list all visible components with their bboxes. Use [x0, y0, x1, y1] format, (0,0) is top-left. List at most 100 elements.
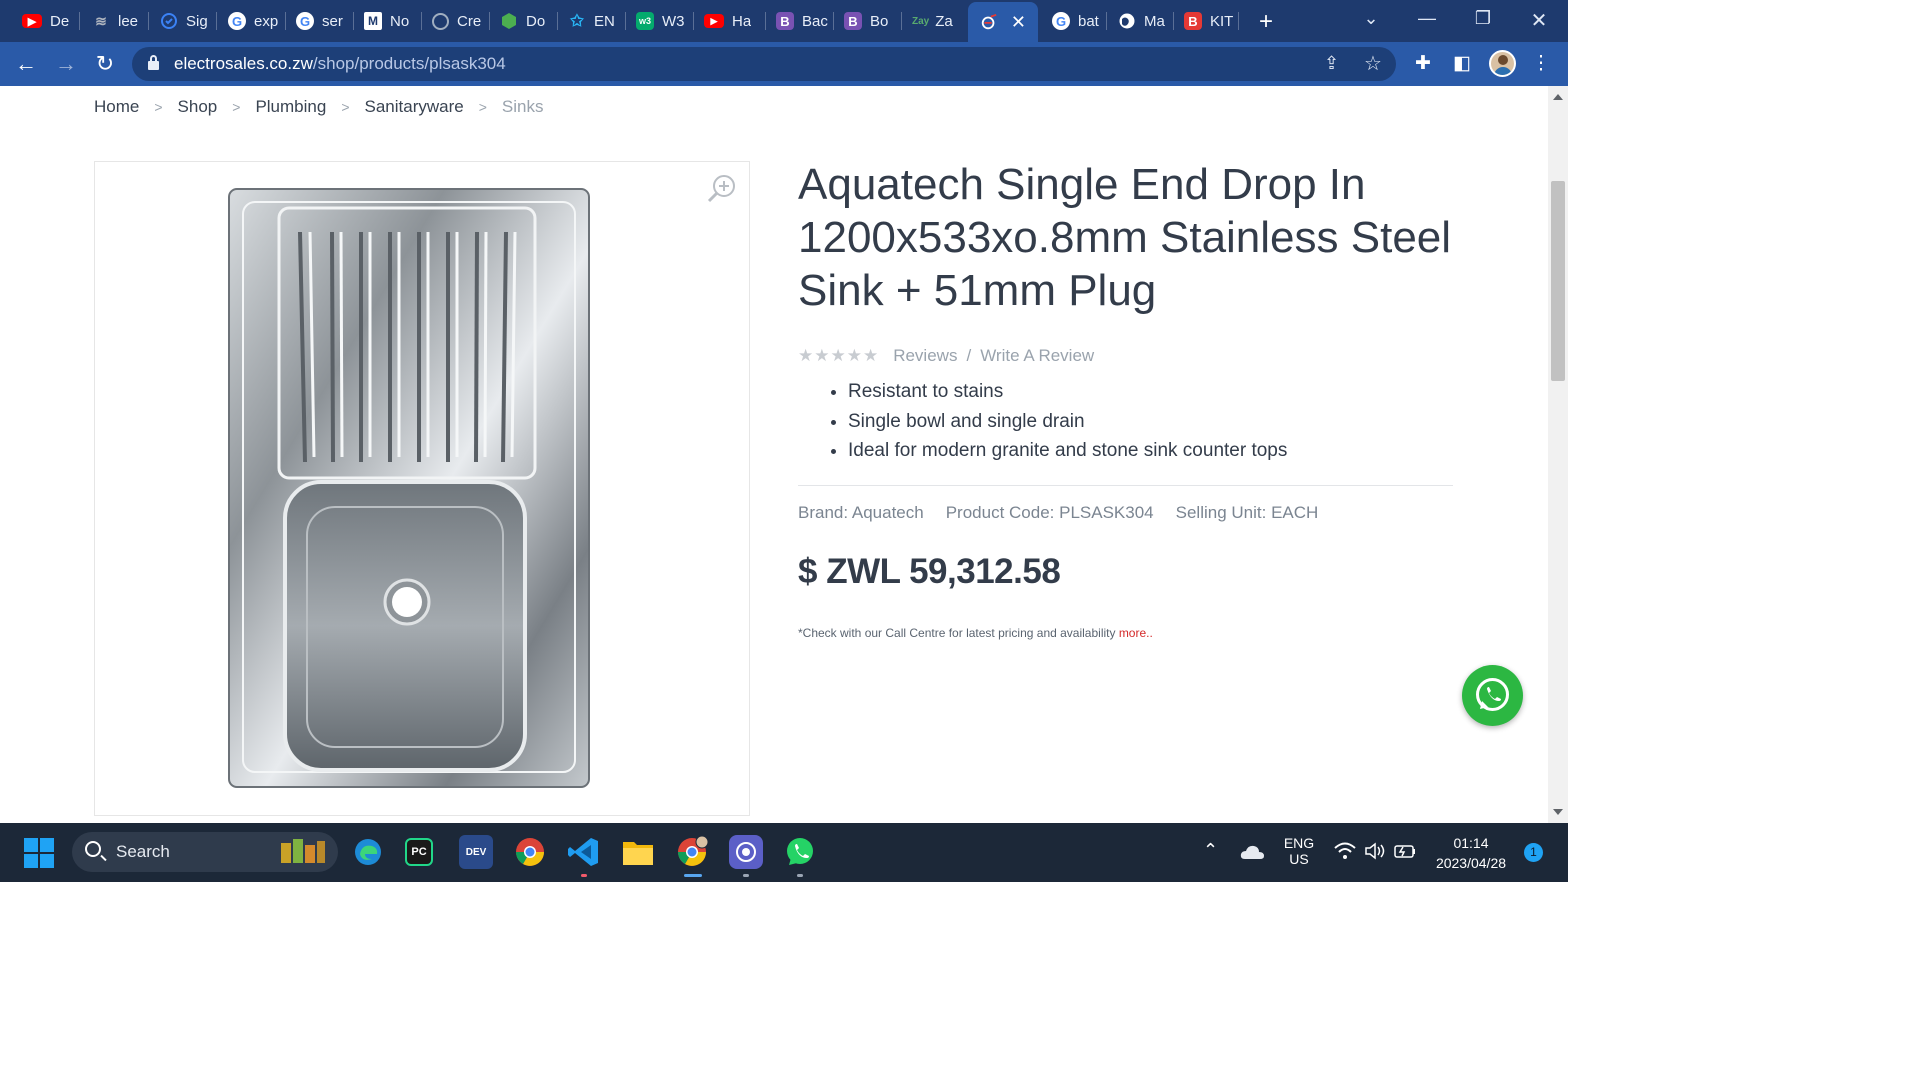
clock[interactable]: 01:14 2023/04/28 — [1428, 833, 1514, 873]
brand-text: Brand: Aquatech — [798, 503, 924, 522]
close-window-icon[interactable]: ✕ — [1524, 8, 1554, 33]
running-indicator — [797, 874, 803, 877]
share-icon[interactable]: ⇪ — [1324, 53, 1339, 74]
url-path: /shop/products/plsask304 — [312, 54, 506, 73]
shield-icon — [160, 12, 178, 30]
edge-icon[interactable] — [351, 835, 385, 869]
openai-icon — [432, 12, 449, 30]
more-link[interactable]: more.. — [1119, 626, 1153, 640]
tab-label: lee — [118, 12, 139, 30]
tab-bootstrap-2[interactable]: B Bo — [832, 6, 900, 36]
tab-label: exp — [254, 12, 279, 30]
price-note-text: *Check with our Call Centre for latest p… — [798, 626, 1119, 640]
vscode-icon[interactable] — [567, 835, 601, 869]
forward-arrow-icon[interactable]: → — [53, 51, 79, 77]
page-scrollbar[interactable] — [1548, 86, 1568, 823]
address-bar[interactable]: electrosales.co.zw/shop/products/plsask3… — [132, 47, 1396, 81]
tab-search-chevron-icon[interactable]: ⌄ — [1356, 8, 1386, 29]
restore-window-icon[interactable]: ❐ — [1468, 8, 1498, 29]
tab-google-exp[interactable]: G exp — [216, 6, 284, 36]
selling-unit-text: Selling Unit: EACH — [1175, 503, 1319, 522]
back-arrow-icon[interactable]: ← — [13, 51, 39, 77]
tab-zay[interactable]: Zay Za — [900, 6, 968, 36]
scroll-up-arrow-icon[interactable] — [1553, 94, 1563, 100]
notification-badge[interactable]: 1 — [1524, 843, 1543, 862]
lock-icon[interactable] — [148, 55, 159, 70]
clock-date: 2023/04/28 — [1435, 855, 1507, 871]
language-indicator[interactable]: ENG US — [1281, 835, 1317, 867]
close-tab-icon[interactable]: ✕ — [1011, 12, 1026, 33]
tab-electrosales-active[interactable]: ✕ — [968, 2, 1038, 42]
product-image-frame[interactable] — [94, 161, 750, 816]
keyboard-region: US — [1289, 851, 1309, 867]
profile-avatar[interactable] — [1489, 50, 1516, 77]
tab-youtube-1[interactable]: ▶ De — [10, 6, 76, 36]
windows-start-icon[interactable] — [24, 838, 54, 868]
reviews-link[interactable]: Reviews — [893, 346, 957, 366]
tab-gmail[interactable]: M No — [352, 6, 420, 36]
breadcrumb-sanitaryware[interactable]: Sanitaryware — [365, 97, 464, 117]
tab-en[interactable]: ✩ EN — [556, 6, 624, 36]
bootstrap-icon: B — [776, 12, 794, 30]
minimize-icon[interactable]: — — [1412, 8, 1442, 29]
divider — [798, 485, 1453, 486]
write-review-link[interactable]: Write A Review — [980, 346, 1094, 366]
breadcrumb-sinks: Sinks — [501, 97, 544, 116]
product-image-sink[interactable] — [95, 162, 751, 817]
new-tab-button[interactable]: + — [1252, 8, 1280, 36]
scroll-thumb[interactable] — [1551, 181, 1565, 381]
bookmark-star-icon[interactable]: ☆ — [1364, 51, 1382, 76]
tab-sig[interactable]: Sig — [148, 6, 214, 36]
search-highlight-illustration — [281, 839, 325, 863]
volume-icon[interactable] — [1364, 842, 1386, 865]
tab-label: De — [50, 12, 70, 30]
browser-tab-strip: ▶ De ≋ lee Sig G exp G ser M No Cre Do ✩… — [0, 0, 1568, 42]
w3schools-icon: w3 — [636, 12, 654, 30]
tab-do[interactable]: Do — [488, 6, 556, 36]
youtube-icon: ▶ — [704, 14, 724, 28]
onedrive-cloud-icon[interactable] — [1240, 845, 1264, 864]
breadcrumb-shop[interactable]: Shop — [178, 97, 218, 117]
wifi-icon[interactable] — [1334, 842, 1356, 865]
product-meta: Brand: Aquatech Product Code: PLSASK304 … — [798, 503, 1340, 523]
chevron-up-icon[interactable]: ⌃ — [1203, 840, 1218, 861]
file-explorer-icon[interactable] — [621, 835, 655, 869]
tab-google-ser[interactable]: G ser — [284, 6, 352, 36]
menu-kebab-icon[interactable]: ⋮ — [1528, 52, 1554, 75]
side-panel-icon[interactable]: ◧ — [1449, 52, 1475, 75]
extensions-puzzle-icon[interactable]: ✚ — [1410, 52, 1436, 75]
reload-icon[interactable]: ↻ — [92, 51, 118, 77]
breadcrumb-plumbing[interactable]: Plumbing — [255, 97, 326, 117]
tab-label: EN — [594, 12, 615, 30]
devcpp-icon[interactable]: DEV — [459, 835, 493, 869]
tab-google-bat[interactable]: G bat — [1040, 6, 1106, 36]
scroll-down-arrow-icon[interactable] — [1553, 809, 1563, 815]
chrome-icon[interactable] — [513, 835, 547, 869]
tab-youtube-2[interactable]: ▶ Ha — [692, 6, 762, 36]
pycharm-icon[interactable]: PC — [405, 838, 433, 866]
tab-label: ser — [322, 12, 343, 30]
chrome-profile-icon[interactable] — [675, 835, 709, 869]
whatsapp-taskbar-icon[interactable] — [783, 835, 817, 869]
tab-label: Do — [526, 12, 546, 30]
bold-b-icon: B — [1184, 12, 1202, 30]
taskbar-search[interactable]: Search — [72, 832, 338, 872]
battery-icon[interactable] — [1393, 842, 1417, 865]
stack-icon: ≋ — [95, 12, 107, 29]
tab-bootstrap-1[interactable]: B Bac — [764, 6, 832, 36]
tab-kit[interactable]: B KIT — [1172, 6, 1238, 36]
tor-icon[interactable] — [729, 835, 763, 869]
tab-label: W3 — [662, 12, 685, 30]
rating-row: ★★★★★ Reviews / Write A Review — [798, 346, 1094, 366]
url-text[interactable]: electrosales.co.zw/shop/products/plsask3… — [174, 54, 506, 74]
tab-label: Bac — [802, 12, 828, 30]
tab-openai[interactable]: Cre — [420, 6, 488, 36]
zoom-in-icon[interactable] — [707, 174, 737, 204]
tab-label: Ha — [732, 12, 752, 30]
tab-stack[interactable]: ≋ lee — [80, 6, 146, 36]
tab-label: No — [390, 12, 410, 30]
tab-ma[interactable]: Ma — [1106, 6, 1174, 36]
breadcrumb-home[interactable]: Home — [94, 97, 139, 117]
whatsapp-chat-button[interactable] — [1462, 665, 1523, 726]
tab-w3[interactable]: w3 W3 — [624, 6, 692, 36]
